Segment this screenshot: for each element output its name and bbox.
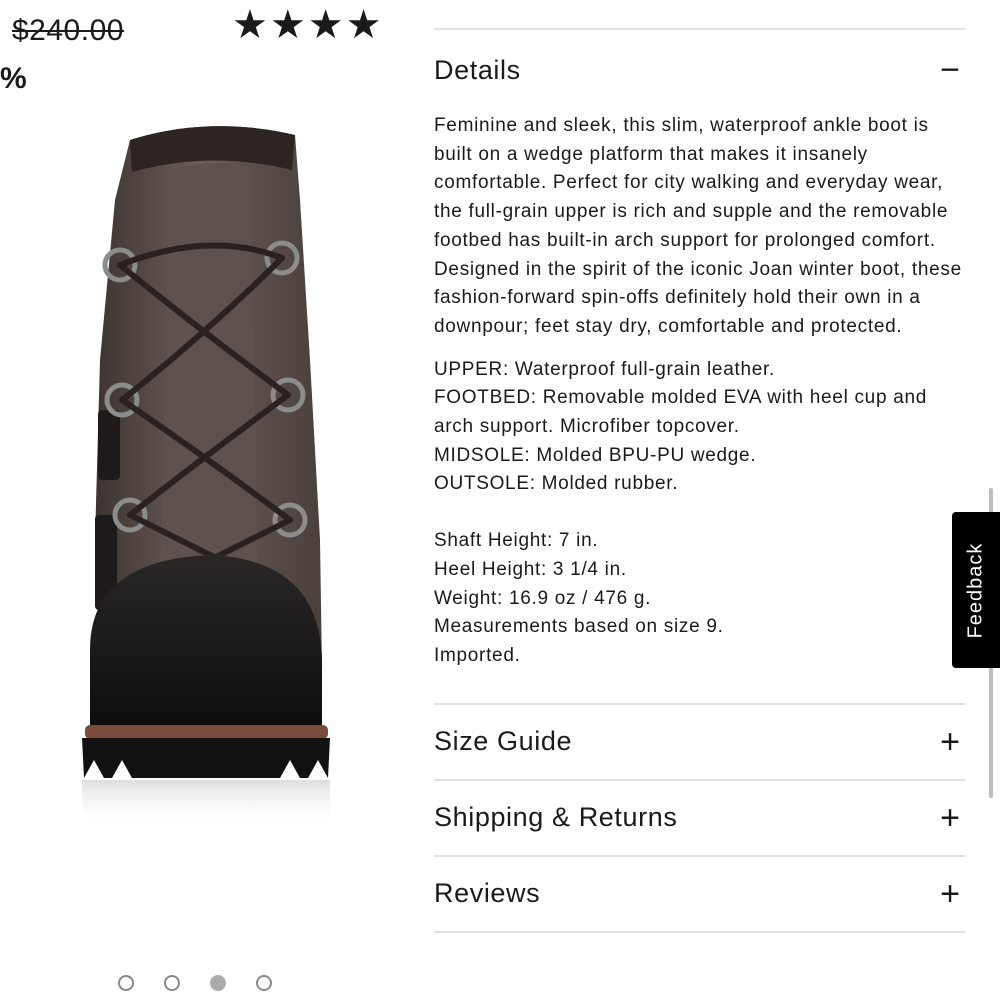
expand-icon[interactable]: + bbox=[935, 725, 965, 759]
reviews-accordion-header[interactable]: Reviews + bbox=[434, 857, 965, 931]
carousel-dot[interactable] bbox=[164, 975, 180, 991]
dim-heel-height: Heel Height: 3 1/4 in. bbox=[434, 558, 627, 580]
dim-origin: Imported. bbox=[434, 644, 521, 666]
spec-footbed: FOOTBED: Removable molded EVA with heel … bbox=[434, 387, 927, 438]
details-title: Details bbox=[434, 54, 521, 85]
carousel-dot[interactable] bbox=[256, 975, 272, 991]
collapse-icon[interactable]: − bbox=[935, 53, 965, 87]
rating-stars[interactable]: ★★★★ bbox=[232, 2, 383, 48]
carousel-dot-active[interactable] bbox=[210, 975, 226, 991]
expand-icon[interactable]: + bbox=[935, 801, 965, 835]
details-description: Feminine and sleek, this slim, waterproo… bbox=[434, 115, 962, 337]
divider bbox=[434, 930, 965, 933]
shipping-returns-title: Shipping & Returns bbox=[434, 802, 678, 833]
size-guide-accordion-header[interactable]: Size Guide + bbox=[434, 705, 965, 779]
discount-percent: % bbox=[0, 62, 27, 95]
spec-midsole: MIDSOLE: Molded BPU-PU wedge. bbox=[434, 444, 757, 466]
dim-shaft-height: Shaft Height: 7 in. bbox=[434, 530, 599, 552]
dim-measurement-note: Measurements based on size 9. bbox=[434, 616, 724, 638]
product-image[interactable] bbox=[60, 110, 380, 830]
dimensions-list: Shaft Height: 7 in. Heel Height: 3 1/4 i… bbox=[434, 527, 965, 671]
dim-weight: Weight: 16.9 oz / 476 g. bbox=[434, 587, 652, 609]
carousel-dots bbox=[118, 975, 272, 991]
carousel-dot[interactable] bbox=[118, 975, 134, 991]
size-guide-title: Size Guide bbox=[434, 726, 573, 757]
old-price: $240.00 bbox=[12, 14, 124, 47]
product-info-panel: Details − Feminine and sleek, this slim,… bbox=[434, 28, 965, 933]
details-accordion-header[interactable]: Details − bbox=[434, 30, 965, 110]
feedback-tab[interactable]: Feedback bbox=[952, 512, 1000, 668]
reviews-title: Reviews bbox=[434, 878, 541, 909]
details-body: Feminine and sleek, this slim, waterproo… bbox=[434, 110, 965, 671]
shipping-returns-accordion-header[interactable]: Shipping & Returns + bbox=[434, 781, 965, 855]
materials-list: UPPER: Waterproof full-grain leather. FO… bbox=[434, 356, 965, 500]
spec-outsole: OUTSOLE: Molded rubber. bbox=[434, 473, 679, 495]
feedback-label: Feedback bbox=[964, 542, 987, 638]
expand-icon[interactable]: + bbox=[935, 877, 965, 911]
spec-upper: UPPER: Waterproof full-grain leather. bbox=[434, 358, 775, 380]
